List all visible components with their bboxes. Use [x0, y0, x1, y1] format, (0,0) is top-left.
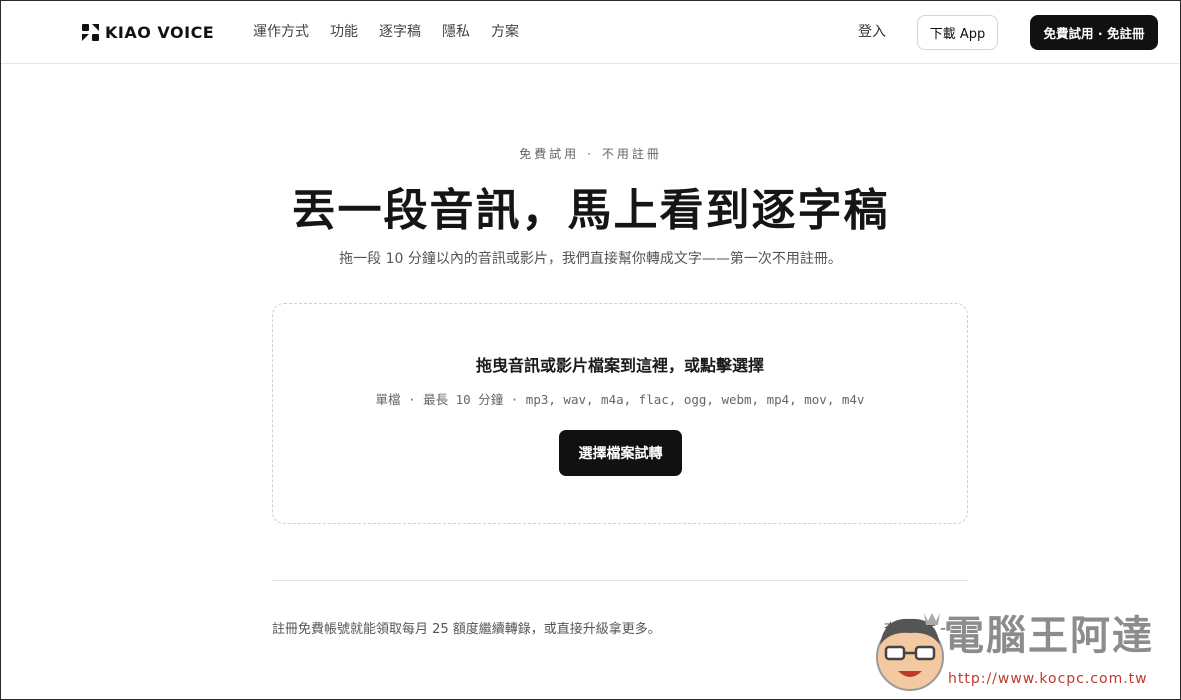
- watermark-text: 電腦王阿達: [944, 613, 1154, 659]
- watermark: 電腦王阿達 http://www.kocpc.com.tw: [870, 605, 1175, 697]
- free-trial-button[interactable]: 免費試用 · 免註冊: [1030, 15, 1158, 50]
- download-app-button[interactable]: 下載 App: [917, 15, 998, 50]
- signup-note: 註冊免費帳號就能領取每月 25 額度繼續轉錄，或直接升級拿更多。: [272, 622, 661, 637]
- nav-item-how-it-works[interactable]: 運作方式: [253, 24, 309, 41]
- login-link[interactable]: 登入: [858, 24, 886, 41]
- top-header: KIAO VOICE 運作方式 功能 逐字稿 隱私 方案 登入 下載 App 免…: [0, 0, 1181, 64]
- eyebrow-no-signup: 不用註冊: [601, 147, 662, 161]
- mascot-face-icon: [876, 613, 944, 691]
- kiao-logo-mark-icon: [82, 23, 99, 41]
- eyebrow-separator: ·: [587, 147, 594, 161]
- nav-item-privacy[interactable]: 隱私: [442, 24, 470, 41]
- file-drop-zone[interactable]: 拖曳音訊或影片檔案到這裡，或點擊選擇 單檔 · 最長 10 分鐘 · mp3, …: [272, 303, 968, 524]
- brand-logo[interactable]: KIAO VOICE: [82, 22, 214, 42]
- nav-item-features[interactable]: 功能: [330, 24, 358, 41]
- hero-subtitle: 拖一段 10 分鐘以內的音訊或影片，我們直接幫你轉成文字——第一次不用註冊。: [339, 251, 842, 267]
- brand-name: KIAO VOICE: [105, 22, 215, 42]
- watermark-url: http://www.kocpc.com.tw: [948, 671, 1148, 687]
- main-nav: 運作方式 功能 逐字稿 隱私 方案: [253, 24, 519, 41]
- drop-zone-title: 拖曳音訊或影片檔案到這裡，或點擊選擇: [475, 356, 764, 375]
- hero-eyebrow: 免費試用 · 不用註冊: [0, 145, 1181, 162]
- drop-zone-file-requirements: 單檔 · 最長 10 分鐘 · mp3, wav, m4a, flac, ogg…: [375, 392, 865, 407]
- nav-item-transcripts[interactable]: 逐字稿: [379, 24, 421, 41]
- eyebrow-free-trial: 免費試用: [519, 147, 580, 161]
- nav-item-plans[interactable]: 方案: [491, 24, 519, 41]
- section-divider: [272, 580, 968, 581]
- choose-file-button[interactable]: 選擇檔案試轉: [559, 430, 682, 476]
- hero-title: 丟一段音訊，馬上看到逐字稿: [291, 185, 890, 236]
